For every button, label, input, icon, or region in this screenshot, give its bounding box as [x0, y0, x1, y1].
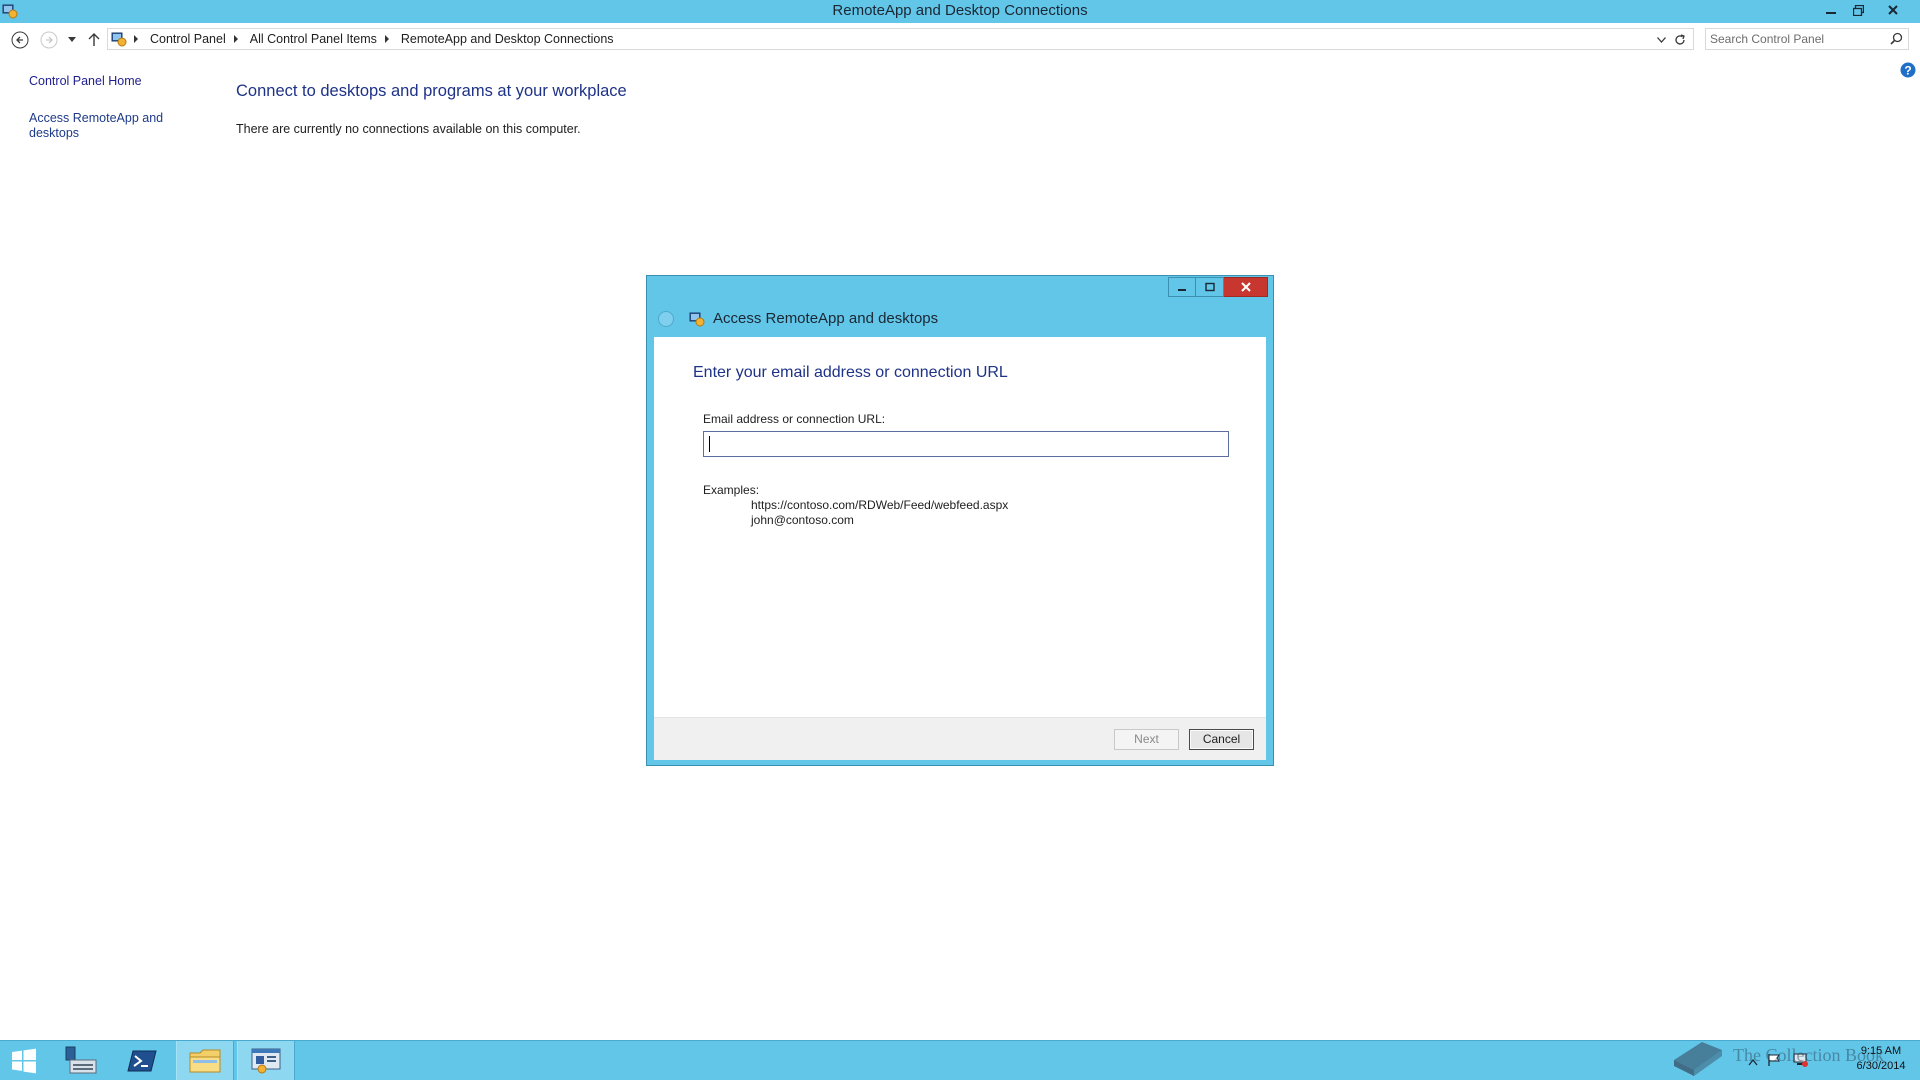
- dialog-window-controls: [1168, 277, 1268, 297]
- file-explorer-taskbar-button[interactable]: [176, 1041, 234, 1080]
- dialog-maximize-button[interactable]: [1196, 277, 1224, 297]
- recent-locations-dropdown[interactable]: [65, 29, 79, 51]
- dialog-minimize-button[interactable]: [1168, 277, 1196, 297]
- control-panel-taskbar-button[interactable]: [237, 1041, 295, 1080]
- breadcrumb-remoteapp[interactable]: RemoteApp and Desktop Connections: [399, 32, 616, 46]
- example-email: john@contoso.com: [751, 513, 854, 527]
- next-button[interactable]: Next: [1114, 729, 1179, 750]
- search-input[interactable]: [1710, 31, 1880, 47]
- server-manager-icon: [65, 1046, 97, 1073]
- book-watermark-icon: [1674, 1042, 1722, 1076]
- powershell-icon: [127, 1050, 157, 1071]
- refresh-icon[interactable]: [1672, 32, 1688, 48]
- search-icon[interactable]: [1890, 32, 1903, 50]
- folder-icon: [189, 1049, 221, 1072]
- page-title: Connect to desktops and programs at your…: [236, 82, 627, 100]
- start-button[interactable]: [0, 1041, 48, 1080]
- breadcrumb-chevron-icon[interactable]: [134, 35, 138, 43]
- up-button[interactable]: [86, 29, 102, 51]
- example-url: https://contoso.com/RDWeb/Feed/webfeed.a…: [751, 498, 1009, 512]
- window-title: RemoteApp and Desktop Connections: [832, 2, 1088, 19]
- powershell-taskbar-button[interactable]: [113, 1041, 171, 1080]
- minimize-button[interactable]: [1818, 0, 1844, 20]
- navigation-bar: Control Panel All Control Panel Items Re…: [0, 23, 1920, 57]
- dialog-footer: Next Cancel: [654, 717, 1266, 760]
- control-panel-home-link[interactable]: Control Panel Home: [29, 74, 142, 89]
- address-bar[interactable]: Control Panel All Control Panel Items Re…: [107, 28, 1694, 50]
- taskbar: [0, 1040, 1920, 1080]
- examples-label: Examples:: [703, 483, 760, 497]
- control-panel-icon: [111, 31, 127, 47]
- clock-time: 9:15 AM: [1860, 1045, 1902, 1057]
- text-caret: [709, 436, 710, 452]
- cancel-button[interactable]: Cancel: [1189, 729, 1254, 750]
- control-panel-window-icon: [251, 1048, 281, 1073]
- url-field-label: Email address or connection URL:: [703, 412, 886, 426]
- close-button[interactable]: [1880, 0, 1906, 20]
- access-remoteapp-link[interactable]: Access RemoteApp and desktops: [29, 111, 169, 141]
- search-box[interactable]: [1705, 28, 1909, 50]
- breadcrumb-all-items[interactable]: All Control Panel Items: [248, 32, 379, 46]
- forward-button[interactable]: [38, 29, 60, 51]
- server-manager-taskbar-button[interactable]: [52, 1041, 110, 1080]
- dialog-back-button[interactable]: [658, 311, 674, 327]
- window-titlebar[interactable]: RemoteApp and Desktop Connections: [0, 0, 1920, 23]
- help-icon[interactable]: ?: [1900, 62, 1916, 78]
- dialog-close-button[interactable]: [1224, 277, 1268, 297]
- dialog-title: Access RemoteApp and desktops: [713, 310, 939, 327]
- breadcrumb-chevron-icon[interactable]: [384, 35, 389, 43]
- system-clock[interactable]: 9:15 AM 6/30/2014: [1849, 1044, 1913, 1074]
- remoteapp-icon: [689, 311, 705, 327]
- breadcrumb-chevron-icon[interactable]: [233, 35, 238, 43]
- breadcrumb: Control Panel All Control Panel Items Re…: [132, 32, 616, 46]
- no-connections-message: There are currently no connections avail…: [236, 122, 581, 136]
- dialog-body: Enter your email address or connection U…: [654, 337, 1266, 760]
- breadcrumb-control-panel[interactable]: Control Panel: [148, 32, 228, 46]
- access-remoteapp-dialog: Access RemoteApp and desktops Enter your…: [646, 275, 1274, 766]
- address-history-dropdown-icon[interactable]: [1653, 32, 1669, 48]
- svg-text:?: ?: [1904, 64, 1911, 78]
- windows-logo-icon: [12, 1048, 36, 1073]
- restore-button[interactable]: [1845, 0, 1871, 20]
- dialog-heading: Enter your email address or connection U…: [693, 364, 1008, 381]
- clock-date: 6/30/2014: [1856, 1060, 1906, 1072]
- connection-url-input[interactable]: [703, 431, 1229, 457]
- back-button[interactable]: [9, 29, 31, 51]
